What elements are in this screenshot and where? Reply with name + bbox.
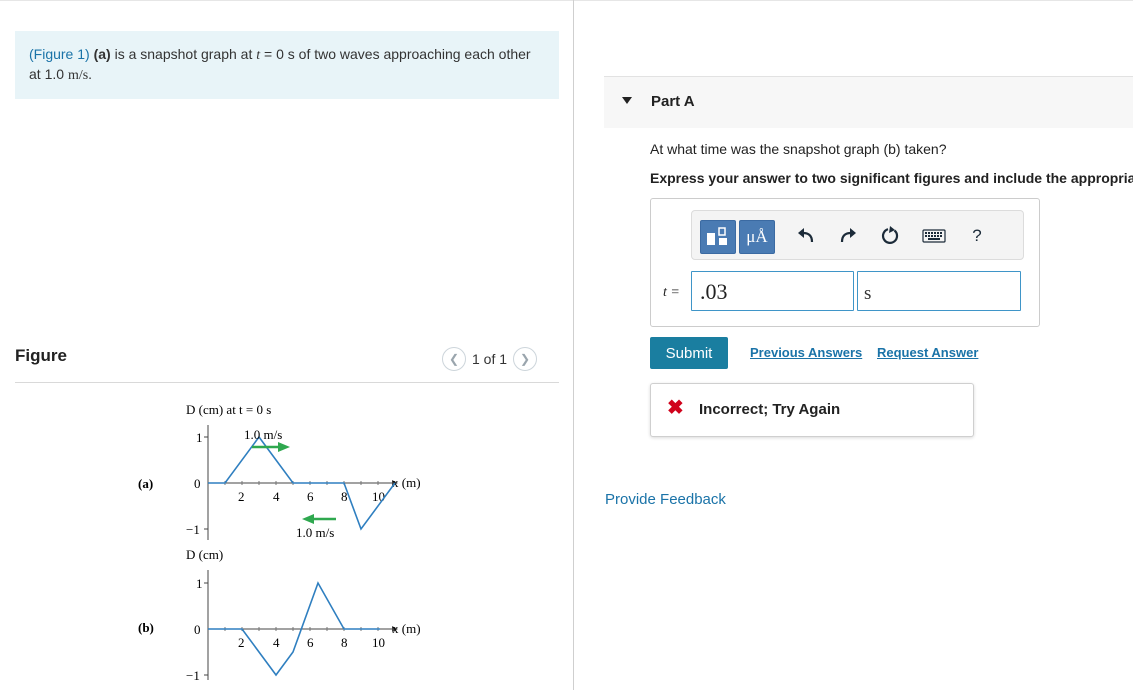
top-border: [0, 0, 1133, 1]
provide-feedback-link[interactable]: Provide Feedback: [605, 491, 726, 508]
answer-variable-label: t =: [663, 283, 680, 301]
intro-speed: 1.0: [44, 66, 65, 82]
intro-part-label: (a): [93, 46, 111, 62]
graph-a-x-label: x (m): [392, 475, 421, 490]
graph-a-y-title: D (cm) at t = 0 s: [186, 402, 271, 417]
feedback-text: Incorrect; Try Again: [699, 401, 841, 418]
chevron-right-icon[interactable]: ❯: [513, 347, 538, 371]
graph-a-xtick-4: 4: [273, 489, 280, 504]
figure-link[interactable]: (Figure 1): [29, 46, 90, 62]
intro-end: .: [88, 66, 93, 82]
previous-answers-link[interactable]: Previous Answers: [750, 345, 862, 360]
figure-separator: [15, 382, 559, 383]
graph-b-xtick-4: 4: [273, 635, 280, 650]
snapshot-graphs: D (cm) at t = 0 s (a) 1 0 −1 2 4 6 8 10 …: [138, 402, 421, 683]
graph-b-xtick-6: 6: [307, 635, 314, 650]
graph-a-ytick-label-1: 1: [196, 430, 203, 445]
feedback-box: ✖ Incorrect; Try Again: [650, 383, 974, 437]
pager-text: 1 of 1: [472, 351, 508, 367]
x-icon: ✖: [667, 397, 684, 419]
keyboard-icon[interactable]: [917, 220, 951, 252]
redo-icon[interactable]: [831, 220, 865, 252]
part-a-header[interactable]: Part A: [604, 76, 1133, 128]
math-toolbar: μÅ ?: [691, 210, 1024, 260]
intro-text: (Figure 1) (a) is a snapshot graph at t …: [29, 45, 539, 85]
graph-b-y-title: D (cm): [186, 547, 223, 562]
graph-b-ytick-label-1: 1: [196, 576, 203, 591]
caret-down-icon[interactable]: [622, 97, 632, 104]
graph-b-xtick-10: 10: [372, 635, 385, 650]
intro-text-1: is a snapshot graph at: [110, 46, 257, 62]
submit-button[interactable]: Submit: [650, 337, 728, 369]
graph-a-ytick-label-0: 0: [194, 476, 201, 491]
pane-divider: [573, 0, 574, 690]
graph-b-ytick-label-0: 0: [194, 622, 201, 637]
graph-a-panel-label: (a): [138, 476, 153, 491]
reset-icon[interactable]: [873, 220, 907, 252]
help-icon[interactable]: ?: [960, 220, 994, 252]
graph-a-speed-top: 1.0 m/s: [244, 427, 282, 442]
graph-a-speed-bottom: 1.0 m/s: [296, 525, 334, 540]
templates-icon[interactable]: [700, 220, 736, 254]
help-label: ?: [972, 226, 982, 245]
units-icon[interactable]: μÅ: [739, 220, 775, 254]
intro-speed-unit: m/s: [67, 68, 89, 83]
answer-unit-input[interactable]: s: [857, 271, 1021, 311]
graph-a-arrow-left: [302, 514, 336, 524]
undo-icon[interactable]: [789, 220, 823, 252]
chevron-left-icon[interactable]: ❮: [442, 347, 466, 371]
graph-b-xtick-8: 8: [341, 635, 348, 650]
graph-a-arrow-right: [252, 442, 290, 452]
figure-heading: Figure: [15, 346, 67, 365]
graph-a-xtick-6: 6: [307, 489, 314, 504]
graph-a-xtick-2: 2: [238, 489, 245, 504]
graph-b-x-label: x (m): [392, 621, 421, 636]
answer-box: μÅ ? t = .03 s: [650, 198, 1040, 327]
answer-value-input[interactable]: .03: [691, 271, 854, 311]
answer-variable: t =: [663, 285, 680, 300]
graph-b-panel-label: (b): [138, 620, 154, 635]
units-label: μÅ: [746, 227, 768, 246]
graph-b-xtick-2: 2: [238, 635, 245, 650]
part-title: Part A: [651, 93, 695, 110]
problem-intro: (Figure 1) (a) is a snapshot graph at t …: [15, 31, 559, 99]
graph-a-xtick-10: 10: [372, 489, 385, 504]
instruction-text: Express your answer to two significant f…: [650, 170, 1133, 186]
request-answer-link[interactable]: Request Answer: [877, 345, 978, 360]
question-text: At what time was the snapshot graph (b) …: [650, 141, 947, 157]
graph-a-ytick-label-m1: −1: [186, 522, 200, 537]
graph-b-ytick-label-m1: −1: [186, 668, 200, 683]
figure-pager: ❮ 1 of 1 ❯: [442, 347, 538, 371]
